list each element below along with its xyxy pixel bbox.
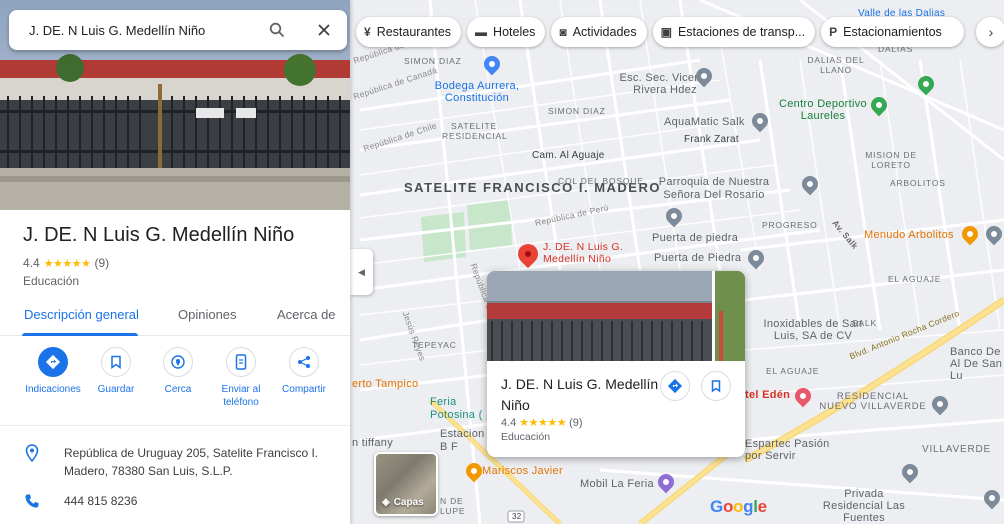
nearby-icon	[163, 347, 193, 377]
maps-app: SATELITE FRANCISCO I. MADERO SIMON DIAZ …	[0, 0, 1004, 524]
activities-icon: ◙	[559, 25, 567, 39]
map-poi-sports-center[interactable]: Centro Deportivo Laureles	[774, 98, 872, 122]
place-tabs: Descripción general Opiniones Acerca de	[0, 296, 350, 336]
map-poi-aquamatic[interactable]: AquaMatic Salk	[664, 116, 745, 128]
chip-restaurants[interactable]: ¥ Restaurantes	[356, 17, 462, 47]
search-box[interactable]	[9, 10, 347, 50]
search-button[interactable]	[267, 20, 287, 40]
chip-transit[interactable]: ▣ Estaciones de transp...	[652, 17, 816, 47]
card-category: Educación	[501, 431, 551, 443]
card-rating: 4.4 ★★★★★ (9)	[501, 416, 583, 430]
map-poi-privada[interactable]: Privada Residencial Las Fuentes	[814, 488, 914, 524]
map-label-street: Cam. Al Aguaje	[532, 150, 605, 161]
map-label-street: SIMON DIAZ	[548, 106, 606, 116]
map-label-neighborhood: N DE LUPE	[440, 496, 466, 516]
star-rating-icon: ★★★★★	[43, 257, 91, 270]
map-label-street: Frank Zarat	[684, 134, 739, 145]
address-text[interactable]: República de Uruguay 205, Satelite Franc…	[64, 444, 326, 480]
map-poi-bodega[interactable]: Bodega Aurrera, Constitución	[432, 80, 522, 104]
map-poi-puerta[interactable]: Puerta de piedra	[652, 232, 738, 244]
place-category[interactable]: Educación	[23, 274, 79, 288]
chip-activities[interactable]: ◙ Actividades	[551, 17, 647, 47]
card-directions-button[interactable]	[660, 371, 690, 401]
map-label-neighborhood: SATELITE RESIDENCIAL	[442, 121, 508, 141]
map-poi-church[interactable]: Parroquia de Nuestra Señora Del Rosario	[654, 176, 774, 202]
layers-label: ◈ Capas	[382, 497, 424, 508]
directions-button[interactable]: Indicaciones	[21, 347, 85, 396]
location-pin-icon	[23, 444, 41, 462]
card-photo-image	[487, 271, 745, 361]
map-label-neighborhood: MISION DE LORETO	[865, 150, 917, 170]
chevron-left-icon: ◀	[358, 266, 365, 277]
share-icon	[289, 347, 319, 377]
phone-icon	[23, 492, 41, 510]
google-logo: Google	[710, 497, 767, 516]
star-rating-icon: ★★★★★	[519, 417, 567, 429]
map-label-neighborhood: VILLAVERDE	[922, 444, 991, 455]
map-poi-menudo[interactable]: Menudo Arbolitos	[864, 229, 954, 241]
chevron-right-icon: ›	[988, 24, 994, 40]
map-poi-puerta[interactable]: Puerta de Piedra	[654, 252, 741, 264]
transit-icon: ▣	[660, 25, 672, 39]
map-label-neighborhood: PROGRESO	[762, 220, 818, 230]
map-label-neighborhood: SALK	[852, 318, 877, 328]
directions-icon	[38, 347, 68, 377]
map-label-neighborhood: EL AGUAJE	[888, 274, 942, 284]
search-input[interactable]	[29, 22, 265, 38]
map-poi-espartec[interactable]: Espartec Pasión por Servir	[745, 438, 835, 462]
map-label-neighborhood: RESIDENCIAL NUEVO VILLAVERDE	[819, 391, 927, 412]
parking-icon: P	[829, 25, 838, 39]
map-poi-mobil[interactable]: Mobil La Feria	[580, 478, 654, 490]
map-poi-estacion[interactable]: Estacion B F	[440, 428, 488, 454]
layers-button[interactable]: ◈ Capas	[374, 452, 438, 516]
map-poi-tiffany[interactable]: n tiffany	[352, 437, 393, 449]
map-label-neighborhood: ARBOLITOS	[890, 178, 946, 188]
highway-shield: 32	[512, 512, 522, 521]
map-label-neighborhood: EL AGUAJE	[766, 366, 820, 376]
chip-hotels[interactable]: ▬ Hoteles	[467, 17, 546, 47]
tab-reviews[interactable]: Opiniones	[178, 307, 237, 322]
save-button[interactable]: Guardar	[84, 347, 148, 396]
map-poi-feria[interactable]: Feria Potosina (	[430, 396, 486, 422]
phone-text[interactable]: 444 815 8236	[64, 492, 326, 510]
active-tab-indicator	[22, 333, 138, 336]
layers-icon: ◈	[382, 497, 390, 508]
section-divider	[0, 425, 350, 426]
hotel-icon: ▬	[475, 25, 488, 39]
map-poi-tampico[interactable]: erto Tampico	[352, 378, 418, 390]
category-chips: ¥ Restaurantes ▬ Hoteles ◙ Actividades ▣ Est…	[356, 17, 964, 47]
clear-search-button[interactable]	[314, 20, 334, 40]
action-buttons: Indicaciones Guardar Cerca Enviar al tel…	[0, 347, 350, 419]
place-panel: J. DE. N Luis G. Medellín Niño 4.4 ★★★★★…	[0, 0, 350, 524]
bookmark-icon	[711, 380, 721, 393]
chips-next-button[interactable]: ›	[976, 17, 1004, 47]
send-to-phone-icon	[226, 347, 256, 377]
directions-icon	[667, 378, 683, 394]
share-button[interactable]: Compartir	[272, 347, 336, 396]
restaurant-icon: ¥	[364, 25, 371, 39]
close-icon	[318, 24, 330, 36]
tab-overview[interactable]: Descripción general	[24, 307, 139, 322]
send-to-phone-button[interactable]: Enviar al teléfono	[209, 347, 273, 409]
card-title[interactable]: J. DE. N Luis G. Medellín Niño	[501, 374, 663, 416]
selected-place-label[interactable]: J. DE. N Luis G. Medellín Niño	[543, 241, 633, 265]
collapse-panel-button[interactable]: ◀	[350, 249, 373, 295]
place-hover-card[interactable]: J. DE. N Luis G. Medellín Niño 4.4 ★★★★★…	[487, 271, 745, 457]
bookmark-icon	[101, 347, 131, 377]
map-label-neighborhood: COL DEL BOSQUE	[558, 176, 644, 186]
chip-parking[interactable]: P Estacionamientos	[821, 17, 964, 47]
card-photo[interactable]	[487, 271, 745, 361]
place-title: J. DE. N Luis G. Medellín Niño	[23, 224, 295, 246]
map-label-neighborhood: DALIAS DEL LLANO	[807, 55, 865, 75]
map-poi-banco[interactable]: Banco De Al De San Lu	[950, 346, 1004, 382]
place-rating[interactable]: 4.4 ★★★★★ (9)	[23, 256, 109, 270]
map-poi-mariscos[interactable]: Mariscos Javier	[482, 465, 563, 477]
search-icon	[269, 22, 285, 38]
map-poi-hotel[interactable]: tel Edén	[745, 389, 790, 401]
nearby-button[interactable]: Cerca	[146, 347, 210, 396]
card-save-button[interactable]	[701, 371, 731, 401]
tab-about[interactable]: Acerca de	[277, 307, 336, 322]
